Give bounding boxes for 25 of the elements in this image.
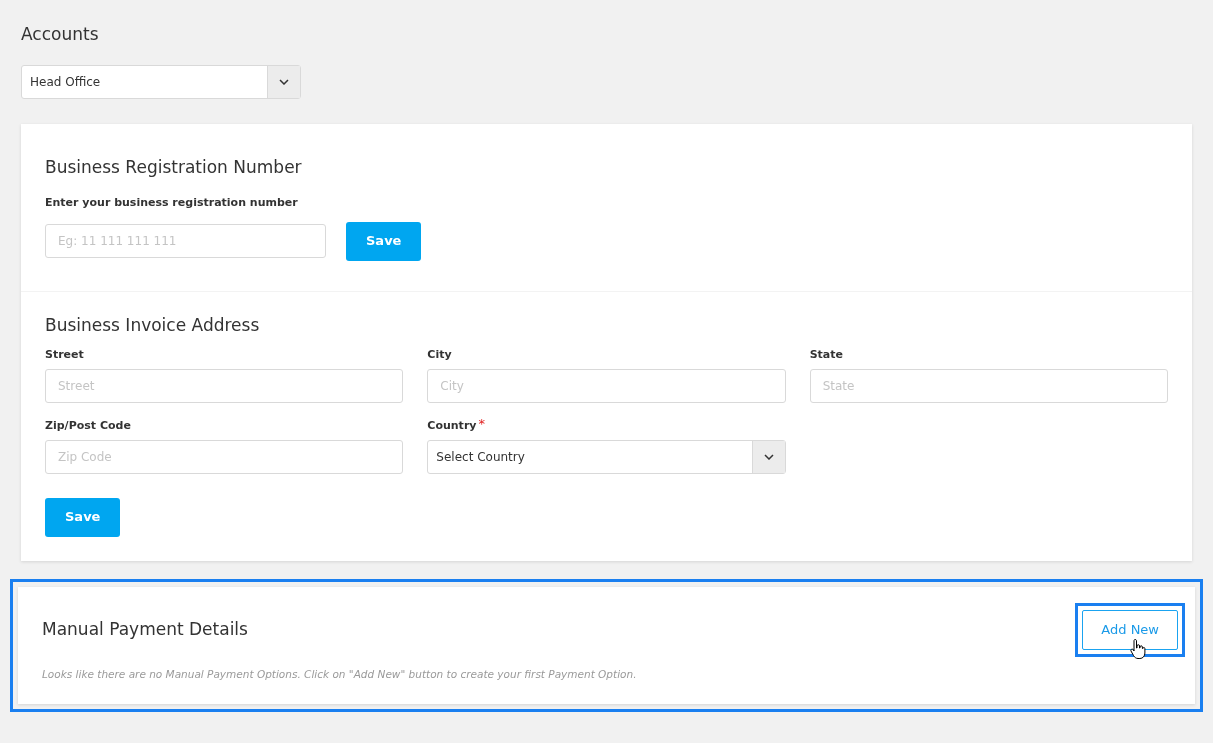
select-field[interactable]: Select Country xyxy=(427,439,786,474)
section-title: Business Registration Number xyxy=(45,156,303,178)
save-button[interactable]: Save xyxy=(346,221,422,261)
field-label: Enter your business registration number xyxy=(45,195,299,211)
input-field[interactable]: City xyxy=(427,368,786,403)
field-label: Zip/Post Code xyxy=(45,417,131,434)
input-field[interactable]: Street xyxy=(45,368,404,403)
input-field[interactable]: State xyxy=(809,368,1168,403)
select-field[interactable]: Head Office xyxy=(21,65,301,99)
field-label: Street xyxy=(45,346,84,363)
chevron-down-icon xyxy=(279,79,289,85)
input-field[interactable]: Zip Code xyxy=(45,439,404,474)
empty-message: Looks like there are no Manual Payment Options. Click on "Add New" button to create your first Payment Option. xyxy=(42,666,638,682)
save-button[interactable]: Save xyxy=(45,497,121,537)
chevron-down-icon xyxy=(763,453,774,460)
input-field[interactable]: Eg: 11 111 111 111 xyxy=(45,224,326,258)
field-label: City xyxy=(427,346,452,363)
required-mark: * xyxy=(478,416,485,431)
section-title: Business Invoice Address xyxy=(45,313,261,336)
field-label: Country xyxy=(427,417,477,434)
page-title: Accounts xyxy=(21,23,100,46)
add-new-button[interactable]: Add New xyxy=(1082,609,1178,650)
field-label: State xyxy=(809,346,843,363)
hand-cursor-icon xyxy=(1130,637,1147,660)
section-title: Manual Payment Details xyxy=(42,617,248,641)
